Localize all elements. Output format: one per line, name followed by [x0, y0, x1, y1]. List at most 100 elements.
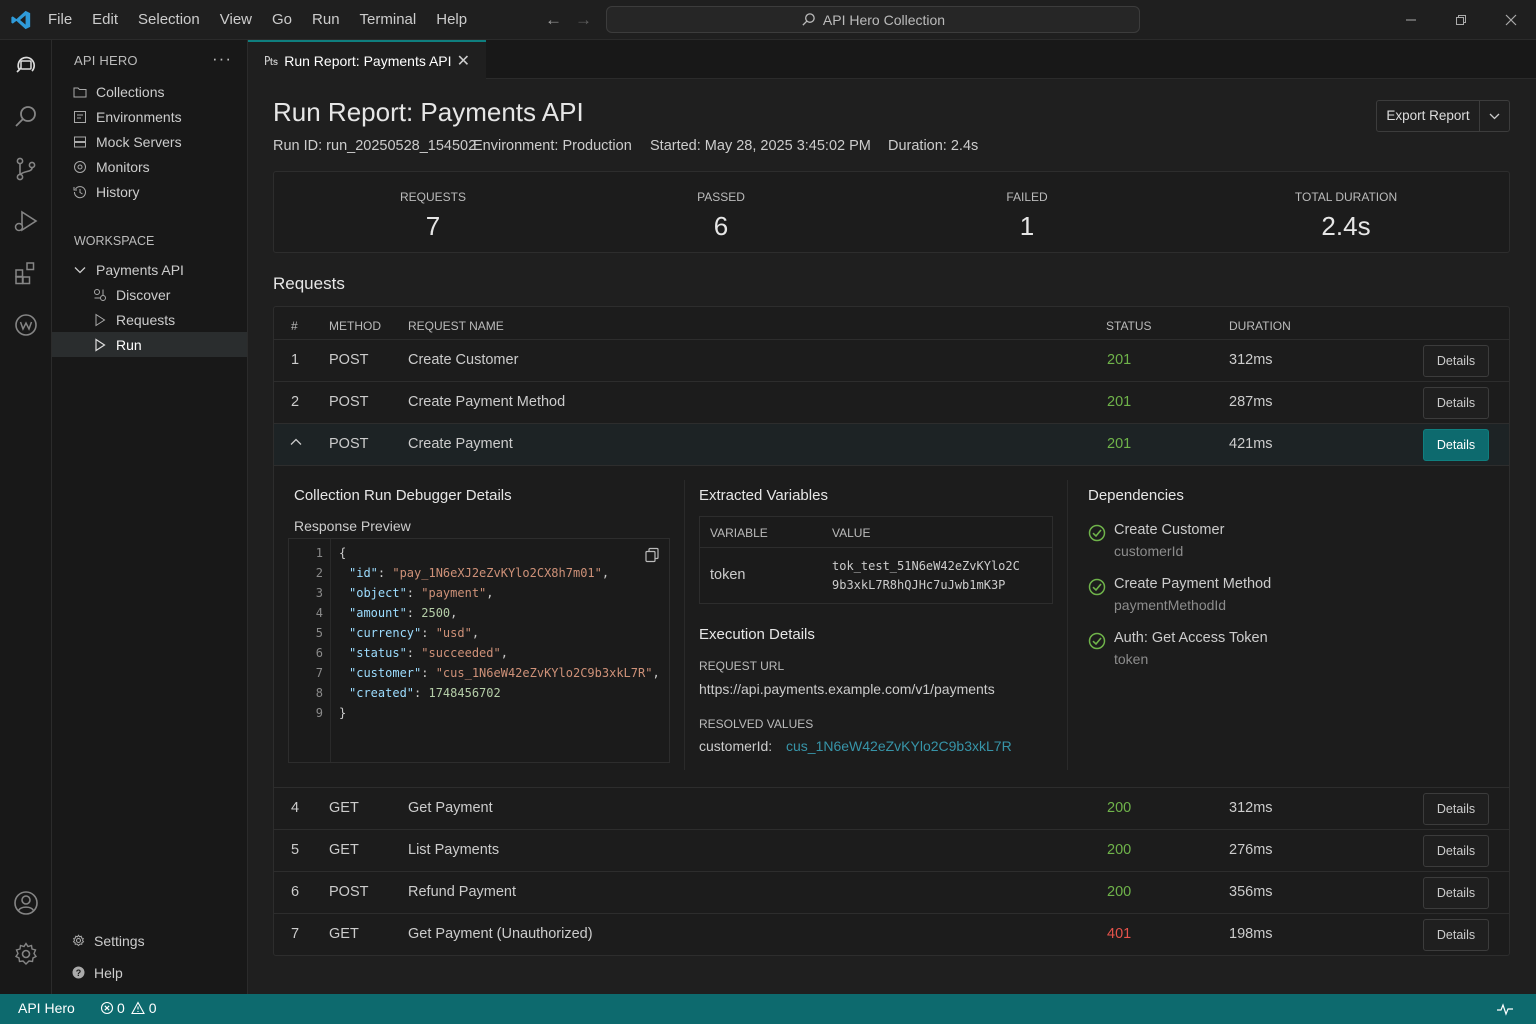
row-number: 6 [291, 884, 300, 900]
code-line: "status": "succeeded", [349, 646, 508, 660]
command-center-search[interactable]: API Hero Collection [606, 6, 1140, 33]
details-button[interactable]: Details [1423, 835, 1489, 867]
api-hero-icon [16, 56, 35, 73]
table-row[interactable]: 1 POST Create Customer 201 312ms Details [274, 339, 1509, 381]
resolved-value-link[interactable]: cus_1N6eW42eZvKYlo2C9b3xkL7R [786, 738, 1012, 754]
manage-activity[interactable] [11, 939, 41, 969]
sidebar-help[interactable]: ? Help [52, 960, 247, 985]
tree-item-run[interactable]: Run [52, 332, 247, 357]
row-duration: 312ms [1229, 800, 1273, 816]
chevron-down-icon[interactable] [1480, 113, 1509, 120]
menu-terminal[interactable]: Terminal [350, 0, 427, 40]
sidebar-item-collections[interactable]: Collections [52, 79, 247, 104]
sidebar-item-history[interactable]: History [52, 179, 247, 204]
duration: Duration: 2.4s [888, 138, 979, 154]
dependency-name: Create Customer [1114, 522, 1225, 538]
copy-icon[interactable] [644, 547, 660, 566]
row-status: 200 [1107, 842, 1132, 858]
stat-total-duration: TOTAL DURATION 2.4s [1246, 190, 1446, 242]
accounts-activity[interactable] [11, 888, 41, 918]
sidebar-settings[interactable]: Settings [52, 928, 247, 953]
menu-view[interactable]: View [210, 0, 262, 40]
problems-indicator[interactable]: 0 0 [100, 1000, 157, 1016]
chevron-up-icon[interactable] [290, 434, 302, 450]
run-debug-activity[interactable] [11, 206, 41, 236]
dependency-variable: token [1114, 651, 1149, 667]
sidebar: API HERO ··· Collections Environments Mo… [52, 40, 248, 994]
sidebar-item-mock-servers[interactable]: Mock Servers [52, 129, 247, 154]
title-bar: File Edit Selection View Go Run Terminal… [0, 0, 1536, 40]
value-column-header: VALUE [832, 526, 871, 540]
stat-label: REQUESTS [399, 190, 466, 204]
sidebar-item-label: Collections [96, 83, 165, 100]
history-icon [72, 184, 88, 200]
stat-label: TOTAL DURATION [1294, 190, 1398, 204]
extensions-activity[interactable] [11, 258, 41, 288]
back-arrow-icon[interactable]: ← [545, 10, 562, 30]
pulse-icon[interactable] [1496, 1001, 1514, 1020]
play-icon [92, 337, 108, 353]
table-row-expanded[interactable]: POST Create Payment 201 421ms Details [274, 423, 1509, 465]
tree-item-payments-api[interactable]: Payments API [52, 257, 247, 282]
details-button[interactable]: Details [1423, 345, 1489, 377]
table-row[interactable]: 2 POST Create Payment Method 201 287ms D… [274, 381, 1509, 423]
code-line: } [339, 706, 347, 720]
chevron-down-icon [72, 262, 88, 278]
tab-close-icon[interactable]: ✕ [457, 51, 470, 71]
details-button[interactable]: Details [1423, 793, 1489, 825]
row-status: 200 [1107, 884, 1132, 900]
row-status: 401 [1107, 926, 1132, 942]
source-control-activity[interactable] [11, 154, 41, 184]
status-app-name[interactable]: API Hero [18, 1000, 75, 1016]
export-report-button[interactable]: Export Report [1376, 100, 1510, 132]
table-row[interactable]: 5 GET List Payments 200 276ms Details [274, 829, 1509, 871]
menu-go[interactable]: Go [262, 0, 302, 40]
close-window-button[interactable] [1486, 0, 1536, 40]
table-row[interactable]: 7 GET Get Payment (Unauthorized) 401 198… [274, 913, 1509, 955]
menu-selection[interactable]: Selection [128, 0, 210, 40]
webhook-activity[interactable] [11, 310, 41, 340]
menu-run[interactable]: Run [302, 0, 350, 40]
divider [700, 547, 1052, 548]
tree-item-requests[interactable]: Requests [52, 307, 247, 332]
code-line: "created": 1748456702 [349, 686, 501, 700]
code-line: "currency": "usd", [349, 626, 480, 640]
row-method: POST [329, 394, 369, 410]
tab-run-report[interactable]: ₧ Run Report: Payments API ✕ [248, 40, 486, 79]
menu-file[interactable]: File [38, 0, 82, 40]
more-actions-icon[interactable]: ··· [212, 49, 232, 69]
details-button[interactable]: Details [1423, 919, 1489, 951]
code-line: { [339, 546, 347, 560]
extensions-icon [15, 262, 35, 285]
menu-edit[interactable]: Edit [82, 0, 128, 40]
row-duration: 421ms [1229, 436, 1273, 452]
minimize-button[interactable] [1386, 0, 1436, 40]
menu-help[interactable]: Help [426, 0, 477, 40]
api-hero-activity[interactable] [11, 50, 41, 80]
code-line: "customer": "cus_1N6eW42eZvKYlo2C9b3xkL7… [349, 666, 660, 680]
tree-item-label: Requests [116, 311, 176, 328]
stat-value: 1 [1019, 211, 1035, 241]
line-gutter: 1 2 3 4 5 6 7 8 9 [289, 539, 331, 762]
response-code-block[interactable]: 1 2 3 4 5 6 7 8 9 { "id": "pay_1N6eXJ2eZ… [288, 538, 670, 763]
column-header-duration: DURATION [1229, 319, 1291, 333]
details-button-active[interactable]: Details [1423, 429, 1489, 461]
search-activity[interactable] [11, 102, 41, 132]
tree-item-discover[interactable]: Discover [52, 282, 247, 307]
account-icon [14, 891, 38, 915]
details-button[interactable]: Details [1423, 877, 1489, 909]
page-title: Run Report: Payments API [273, 97, 584, 127]
table-row[interactable]: 4 GET Get Payment 200 312ms Details [274, 787, 1509, 829]
column-header-method: METHOD [329, 319, 381, 333]
row-name: Create Payment [408, 436, 513, 452]
table-row[interactable]: 6 POST Refund Payment 200 356ms Details [274, 871, 1509, 913]
environment-icon [72, 109, 88, 125]
sidebar-item-environments[interactable]: Environments [52, 104, 247, 129]
gear-icon [14, 942, 38, 965]
sidebar-item-monitors[interactable]: Monitors [52, 154, 247, 179]
tab-bar: ₧ Run Report: Payments API ✕ [248, 40, 1536, 79]
restore-button[interactable] [1436, 0, 1486, 40]
stat-label: FAILED [1006, 190, 1048, 204]
details-button[interactable]: Details [1423, 387, 1489, 419]
forward-arrow-icon[interactable]: → [575, 10, 592, 30]
